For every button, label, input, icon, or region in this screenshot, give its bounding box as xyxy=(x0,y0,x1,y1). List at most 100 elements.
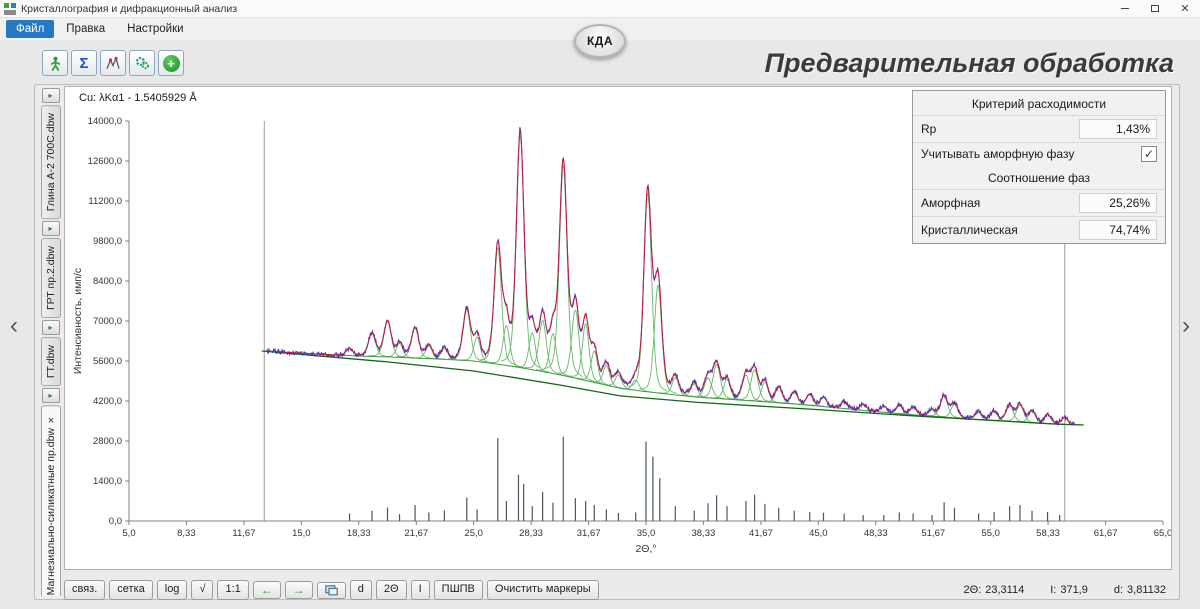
peaks-button[interactable] xyxy=(100,50,126,76)
tab-scroll-button[interactable]: ▸ xyxy=(41,88,60,103)
file-tab[interactable]: ГТ.dbw xyxy=(40,337,61,387)
svg-text:15,0: 15,0 xyxy=(292,528,311,539)
menu-file[interactable]: Файл xyxy=(6,20,55,38)
status-value: 3,81132 xyxy=(1127,584,1166,596)
full-view-button[interactable] xyxy=(316,581,346,599)
fwhm-button[interactable]: ПШПВ xyxy=(433,580,483,600)
svg-text:25,0: 25,0 xyxy=(464,528,483,539)
link-scale-button[interactable]: связ. xyxy=(64,580,106,600)
cursor-status: 2Θ: 23,3114 I: 371,9 d: 3,81132 xyxy=(964,584,1172,596)
chart-toolbar: связ. сетка log √ 1:1 ← → d 2Θ I ПШПВ Оч… xyxy=(64,578,1172,602)
app-icon xyxy=(4,2,16,15)
crystalline-phase-value: 74,74% xyxy=(1079,220,1157,240)
amorphous-option-row: Учитывать аморфную фазу ✓ xyxy=(913,142,1165,165)
collapse-left-arrow[interactable]: ‹ xyxy=(6,302,22,350)
pan-left-button[interactable]: ← xyxy=(252,580,281,600)
svg-text:38,33: 38,33 xyxy=(691,528,715,539)
status-value: 23,3114 xyxy=(985,584,1025,596)
close-button[interactable]: ✕ xyxy=(1170,0,1200,17)
add-button[interactable]: + xyxy=(158,50,184,76)
file-tab[interactable]: Глина А-2 700С.dbw xyxy=(40,105,61,220)
phases-header: Соотношение фаз xyxy=(987,171,1091,185)
maximize-button[interactable] xyxy=(1140,0,1170,17)
svg-text:2Θ,°: 2Θ,° xyxy=(635,543,656,555)
peaks-icon xyxy=(106,56,120,69)
amorphous-phase-label: Аморфная xyxy=(921,196,981,210)
gears-icon xyxy=(135,56,149,70)
crystalline-phase-row: Кристаллическая 74,74% xyxy=(913,216,1165,243)
file-tab-label: Магнезиально-силикатные пр.dbw xyxy=(44,428,57,596)
file-tab-label: Глина А-2 700С.dbw xyxy=(44,113,57,212)
plus-icon: + xyxy=(162,54,180,72)
d-spacing-button[interactable]: d xyxy=(349,580,372,600)
svg-text:5600,0: 5600,0 xyxy=(93,356,122,367)
tab-close-icon[interactable]: × xyxy=(45,413,57,425)
log-scale-button[interactable]: log xyxy=(156,580,188,600)
svg-text:Интенсивность, имп/с: Интенсивность, имп/с xyxy=(72,268,84,374)
collapse-right-arrow[interactable]: › xyxy=(1178,302,1194,350)
svg-text:11200,0: 11200,0 xyxy=(88,196,122,207)
amorphous-checkbox[interactable]: ✓ xyxy=(1141,146,1157,162)
svg-text:58,33: 58,33 xyxy=(1036,528,1060,539)
tab-scroll-button[interactable]: ▸ xyxy=(41,221,60,237)
status-intensity: I: 371,9 xyxy=(1050,584,1088,596)
crystalline-phase-label: Кристаллическая xyxy=(921,223,1018,237)
svg-text:0,0: 0,0 xyxy=(109,516,122,527)
layers-icon xyxy=(325,584,338,595)
app-badge: КДА xyxy=(574,24,626,58)
status-label: d: xyxy=(1113,584,1124,596)
file-tab-label: ГРТ пр.2.dbw xyxy=(44,246,57,311)
svg-text:21,67: 21,67 xyxy=(404,528,428,539)
svg-text:11,67: 11,67 xyxy=(232,528,255,539)
menu-edit[interactable]: Правка xyxy=(56,20,115,38)
svg-text:9800,0: 9800,0 xyxy=(93,236,122,247)
svg-text:61,67: 61,67 xyxy=(1094,528,1118,539)
status-value: 371,9 xyxy=(1060,584,1088,596)
grid-button[interactable]: сетка xyxy=(109,580,153,600)
status-d-spacing: d: 3,81132 xyxy=(1114,584,1166,596)
sum-button[interactable]: Σ xyxy=(71,50,97,76)
svg-text:8400,0: 8400,0 xyxy=(93,276,122,287)
svg-text:14000,0: 14000,0 xyxy=(88,116,122,127)
svg-text:31,67: 31,67 xyxy=(577,528,601,539)
results-panel: Критерий расходимости Rp 1,43% Учитывать… xyxy=(912,90,1166,244)
tab-scroll-button[interactable]: ▸ xyxy=(41,388,60,404)
file-tab[interactable]: ГРТ пр.2.dbw xyxy=(40,238,61,319)
svg-text:51,67: 51,67 xyxy=(921,528,945,539)
svg-text:8,33: 8,33 xyxy=(177,528,196,539)
file-tab-active[interactable]: Магнезиально-силикатные пр.dbw × xyxy=(40,405,61,596)
svg-text:55,0: 55,0 xyxy=(981,528,1000,539)
clear-markers-button[interactable]: Очистить маркеры xyxy=(486,580,599,600)
one-to-one-button[interactable]: 1:1 xyxy=(217,580,249,600)
amorphous-phase-row: Аморфная 25,26% xyxy=(913,189,1165,216)
svg-text:4200,0: 4200,0 xyxy=(93,396,122,407)
workspace: Σ + Предварительная обработка ‹ › ▸ Глин… xyxy=(0,40,1200,609)
rp-value: 1,43% xyxy=(1079,119,1157,139)
pan-right-button[interactable]: → xyxy=(284,580,313,600)
status-label: I: xyxy=(1050,584,1057,596)
status-two-theta: 2Θ: 23,3114 xyxy=(964,584,1025,596)
maximize-icon xyxy=(1151,5,1159,12)
intensity-button[interactable]: I xyxy=(410,580,430,600)
svg-text:12600,0: 12600,0 xyxy=(88,156,122,167)
svg-text:2800,0: 2800,0 xyxy=(93,436,122,447)
page-title: Предварительная обработка xyxy=(764,47,1174,78)
sigma-icon: Σ xyxy=(79,54,89,72)
tab-scroll-button[interactable]: ▸ xyxy=(41,320,60,336)
svg-text:41,67: 41,67 xyxy=(749,528,773,539)
rp-label: Rp xyxy=(921,122,937,136)
two-theta-button[interactable]: 2Θ xyxy=(375,580,407,600)
experiment-data-button[interactable] xyxy=(42,50,68,76)
sqrt-scale-button[interactable]: √ xyxy=(191,580,214,600)
svg-text:5,0: 5,0 xyxy=(122,528,135,539)
wavelength-annotation: Cu: λKα1 - 1.5405929 Å xyxy=(79,92,197,104)
menu-settings[interactable]: Настройки xyxy=(117,20,193,38)
window-title: Кристаллография и дифракционный анализ xyxy=(21,2,238,15)
minimize-button[interactable] xyxy=(1110,0,1140,17)
rp-row: Rp 1,43% xyxy=(913,115,1165,142)
minimize-icon xyxy=(1121,8,1129,9)
settings-button[interactable] xyxy=(129,50,155,76)
titlebar: Кристаллография и дифракционный анализ ✕ xyxy=(0,0,1200,18)
status-label: 2Θ: xyxy=(963,584,982,596)
svg-text:7000,0: 7000,0 xyxy=(93,316,122,327)
